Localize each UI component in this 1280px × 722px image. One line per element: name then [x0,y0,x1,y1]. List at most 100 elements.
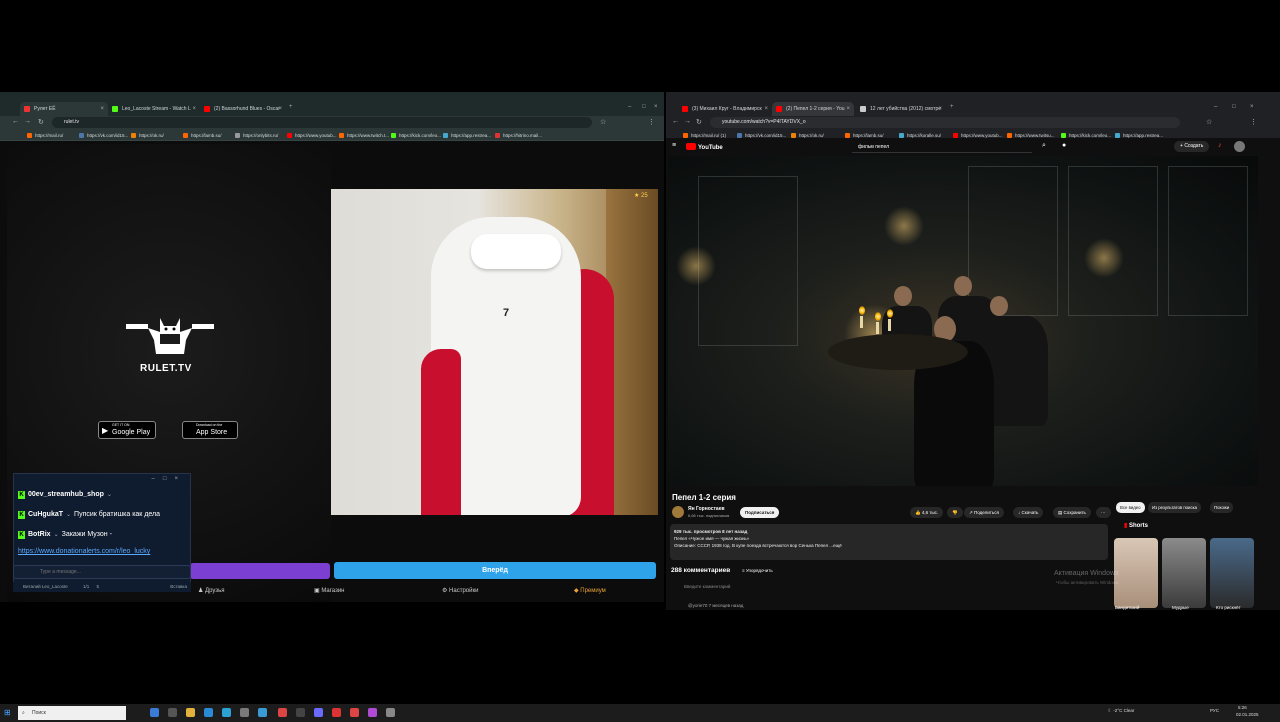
rulet-next-button[interactable]: Вперёд [334,562,656,579]
app-icon[interactable] [314,708,323,717]
tab-movie[interactable]: 12 лет убийства (2012) смотре × [856,102,946,116]
channel-avatar[interactable] [672,506,684,518]
close-window-icon[interactable]: × [654,104,658,110]
subscribe-button[interactable]: Подписаться [740,507,780,518]
telegram-icon[interactable] [222,708,231,717]
youtube-logo[interactable]: YouTube [686,143,723,151]
forward-icon[interactable]: → [684,118,691,125]
url-input[interactable]: rulet.tv [52,117,592,128]
tab-rulet[interactable]: Рулет ЕЁ × [20,102,108,116]
maximize-icon[interactable]: □ [642,104,646,110]
tab-kick[interactable]: Leo_Lacoste Stream - Watch L × [108,102,200,116]
chat-window-controls[interactable]: –□× [152,476,186,482]
obs-icon[interactable] [332,708,341,717]
windows-start-icon[interactable]: ⊞ [4,708,11,717]
app-icon[interactable] [278,708,287,717]
nav-friends[interactable]: ♟ Друзья [198,587,225,594]
maximize-icon[interactable]: □ [1232,104,1236,110]
youtube-video-player[interactable] [668,156,1258,486]
bookmark-item[interactable]: https://ok.ru/ [130,131,164,140]
star-icon[interactable]: ☆ [1206,118,1212,126]
reload-icon[interactable]: ↻ [38,118,44,126]
tab-youtube[interactable]: (2) Bassorhund Blues - Oscar × [200,102,286,116]
app-icon[interactable] [296,708,305,717]
chat-username[interactable]: BotRix [28,531,51,538]
bookmark-item[interactable]: https://hitrino.mail... [494,131,542,140]
reload-icon[interactable]: ↻ [696,118,702,126]
clock-time[interactable]: 5:26 [1238,705,1247,710]
file-explorer-icon[interactable] [186,708,195,717]
new-tab-icon[interactable]: + [289,104,293,110]
like-button[interactable]: 👍 4,6 тыс. [910,507,944,518]
star-icon[interactable]: ☆ [600,118,606,126]
tab-youtube-pepel[interactable]: (2) Пепел 1-2 серия - You × [772,102,854,116]
back-icon[interactable]: ← [12,118,19,125]
clock-date[interactable]: 02.01.2025 [1236,712,1259,717]
microphone-icon[interactable]: ● [1062,142,1066,149]
bookmark-item[interactable]: https://app.restrea... [442,131,491,140]
nav-premium[interactable]: ◆ Премиум [574,587,606,594]
chat-footer-right[interactable]: Вставка [170,582,187,592]
hamburger-menu-icon[interactable]: ≡ [672,142,676,149]
forward-icon[interactable]: → [24,118,31,125]
bookmark-item[interactable]: https://www.youtub... [286,131,337,140]
short-thumbnail[interactable] [1114,538,1158,608]
share-button[interactable]: ↗ Поделиться [964,507,1004,518]
notifications-icon[interactable]: ♪ [1218,142,1222,149]
close-icon[interactable]: × [100,102,104,116]
bookmark-item[interactable]: https://lamb.su/ [182,131,222,140]
chrome-icon[interactable] [350,708,359,717]
sort-button[interactable]: ≡ Упорядочить [742,568,773,573]
menu-icon[interactable]: ⋮ [1250,118,1257,126]
menu-icon[interactable]: ⋮ [648,118,655,126]
back-icon[interactable]: ← [672,118,679,125]
download-button[interactable]: ↓ Скачать [1013,507,1044,518]
more-actions-button[interactable]: ⋯ [1096,507,1111,518]
close-icon[interactable]: × [192,102,196,116]
bookmark-item[interactable]: https://www.twitch.t... [338,131,389,140]
nav-settings[interactable]: ⚙ Настройки [442,587,478,594]
close-icon[interactable]: × [278,102,282,116]
app-store-button[interactable]: Download on the App Store [182,421,238,439]
bookmark-item[interactable]: https://onlybits.ru/ [234,131,278,140]
bookmark-item[interactable]: https://vk.com/id15... [78,131,128,140]
close-icon[interactable]: × [938,102,942,116]
close-icon[interactable]: × [764,102,768,116]
short-thumbnail[interactable] [1210,538,1254,608]
channel-name[interactable]: Ян Горностаев [688,506,725,512]
new-tab-icon[interactable]: + [950,104,954,110]
chip-all-videos[interactable]: Все видео [1116,502,1145,513]
video-description[interactable]: 929 тыс. просмотров 8 лет назад Пепел «Ч… [670,524,1108,560]
bookmark-item[interactable]: https://mail.ru/ [26,131,63,140]
comment-input[interactable]: Введите комментарий [684,584,730,589]
donation-link[interactable]: https://www.donationalerts.com/r/leo_luc… [18,548,150,555]
youtube-search-input[interactable]: фильм пепел [852,141,1032,153]
google-play-button[interactable]: ▶ GET IT ON Google Play [98,421,156,439]
chat-input[interactable]: Type a message... [13,565,191,579]
create-button[interactable]: + Создать [1174,141,1210,152]
app-icon[interactable] [386,708,395,717]
short-thumbnail[interactable] [1162,538,1206,608]
avatar[interactable] [1234,141,1245,152]
close-window-icon[interactable]: × [1250,104,1254,110]
chat-username[interactable]: CuHgukaT [28,511,63,518]
chip-related[interactable]: Похожи [1210,502,1234,513]
task-view-icon[interactable] [150,708,159,717]
tab-youtube-krug[interactable]: (3) Михаил Круг - Владимирск × [678,102,772,116]
dislike-button[interactable]: 👎 [947,507,963,518]
url-input[interactable]: youtube.com/watch?v=P4ITAYDVX_o [710,117,1180,128]
chat-username[interactable]: 00ev_streamhub_shop [28,491,104,498]
search-icon[interactable]: ⌕ [1042,142,1046,150]
close-icon[interactable]: × [846,102,850,116]
rulet-stop-button[interactable] [190,563,330,579]
nav-shop[interactable]: ▣ Магазин [314,587,345,594]
app-icon[interactable] [368,708,377,717]
bookmark-item[interactable]: https://kick.com/leo... [390,131,441,140]
app-icon[interactable] [240,708,249,717]
weather-widget[interactable]: ☾ -2°C Clear [1108,708,1134,714]
save-button[interactable]: ▤ Сохранить [1053,507,1091,518]
taskbar-search[interactable]: ⌕ Поиск [18,706,126,720]
minimize-icon[interactable]: – [628,104,631,110]
edge-icon[interactable] [204,708,213,717]
language-indicator[interactable]: РУС [1210,708,1219,713]
